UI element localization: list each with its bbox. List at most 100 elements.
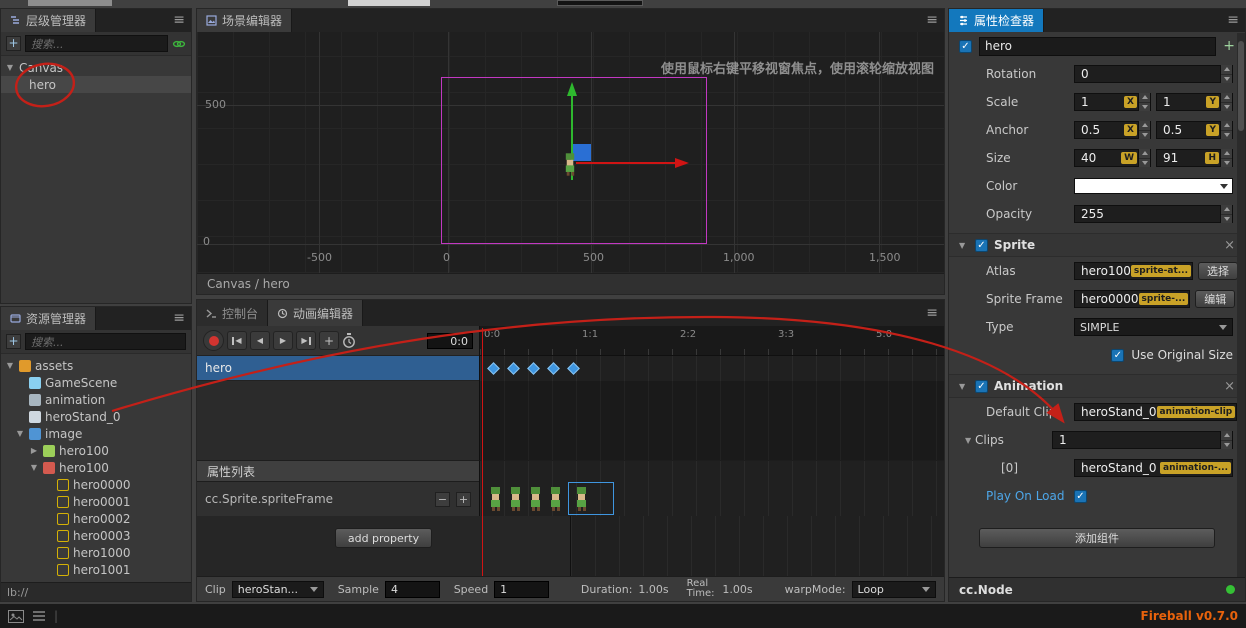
asset-row[interactable]: hero1001 [1,561,191,578]
keyframe-lane[interactable] [479,356,944,460]
panel-menu-icon[interactable]: ≡ [1227,12,1239,28]
asset-row[interactable]: hero0002 [1,510,191,527]
skip-to-start-button[interactable]: ◀ [227,331,247,350]
asset-row[interactable]: GameScene [1,374,191,391]
atlas-field[interactable]: hero100 sprite-at... [1074,262,1194,280]
remove-component-icon[interactable]: × [1224,238,1235,253]
tree-node-canvas[interactable]: ▼ Canvas [1,59,191,76]
scale-y-input[interactable]: 1Y [1156,93,1233,111]
keyframe-lane[interactable] [479,460,944,482]
sprite-frame-field[interactable]: hero0000 sprite-... [1074,290,1191,308]
node-active-checkbox[interactable]: ✓ [959,39,972,53]
chevron-down-icon[interactable]: ▼ [965,436,975,445]
add-component-button[interactable]: 添加组件 [979,528,1215,548]
panel-menu-icon[interactable]: ≡ [173,12,185,28]
chevron-down-icon[interactable]: ▼ [15,429,25,438]
scene-viewport[interactable]: 使用鼠标右键平移视窗焦点，使用滚轮缩放视图 500 0 -500 0 500 1… [197,32,944,273]
record-button[interactable] [203,330,224,351]
size-w-input[interactable]: 40 W [1074,149,1151,167]
spriteframe-key-lane[interactable] [479,482,944,516]
chevron-down-icon[interactable]: ▼ [5,361,15,370]
hierarchy-search-input[interactable]: 搜索... [25,35,168,52]
speed-input[interactable]: 1 [494,580,549,598]
tab-scene[interactable]: 场景编辑器 [197,9,293,32]
sprite-section-header[interactable]: ▼ ✓ Sprite × [949,233,1245,257]
add-key-button[interactable]: + [456,491,471,507]
chevron-down-icon[interactable]: ▼ [29,463,39,472]
scrollbar-thumb[interactable] [1238,41,1244,131]
keyframe-lane[interactable] [570,516,944,576]
add-keyframe-button[interactable]: + [319,331,339,350]
asset-row[interactable]: hero0001 [1,493,191,510]
scale-x-input[interactable]: 1X [1074,93,1151,111]
log-list-icon[interactable] [32,610,46,622]
default-clip-field[interactable]: heroStand_0 animation-clip [1074,403,1238,421]
chevron-down-icon[interactable]: ▼ [959,241,969,250]
size-h-input[interactable]: 91 H [1156,149,1233,167]
anchor-y-input[interactable]: 0.5 Y [1156,121,1233,139]
panel-menu-icon[interactable]: ≡ [926,305,938,321]
stepper[interactable] [1220,205,1232,223]
asset-row[interactable]: ▶ hero100 [1,442,191,459]
node-name-input[interactable] [979,36,1217,56]
stepper[interactable] [1138,149,1150,167]
stepper[interactable] [1138,121,1150,139]
add-asset-button[interactable]: + [6,334,21,349]
chevron-down-icon[interactable]: ▼ [959,382,969,391]
add-icon[interactable]: + [1223,39,1235,53]
use-original-size-checkbox[interactable]: ✓ [1111,348,1125,362]
asset-row[interactable]: hero0003 [1,527,191,544]
sample-input[interactable]: 4 [384,580,440,598]
stepper[interactable] [1220,149,1232,167]
remove-property-button[interactable]: − [435,491,450,507]
sprite-enabled-checkbox[interactable]: ✓ [975,238,988,252]
chevron-right-icon[interactable]: ▶ [29,446,39,455]
asset-row[interactable]: ▼ image [1,425,191,442]
asset-row[interactable]: animation [1,391,191,408]
play-on-load-checkbox[interactable]: ✓ [1074,489,1087,503]
keyframe-diamond[interactable] [507,362,520,375]
chevron-down-icon[interactable]: ▼ [5,63,15,72]
keyframe-diamond[interactable] [487,362,500,375]
clips-count-input[interactable]: 1 [1052,431,1233,449]
opacity-input[interactable]: 255 [1074,205,1233,223]
asset-row[interactable]: ▼ hero100 [1,459,191,476]
animation-enabled-checkbox[interactable]: ✓ [975,379,988,393]
spriteframe-thumb[interactable] [508,485,523,513]
previous-frame-button[interactable]: ◀ [250,331,270,350]
tab-animation-editor[interactable]: 动画编辑器 [268,300,364,326]
stepper[interactable] [1220,93,1232,111]
tab-console[interactable]: 控制台 [197,300,269,326]
spriteframe-thumb[interactable] [528,485,543,513]
add-property-button[interactable]: add property [334,528,433,548]
stopwatch-icon[interactable] [342,332,356,349]
stepper[interactable] [1220,65,1232,83]
panel-menu-icon[interactable]: ≡ [173,310,185,326]
timeline-ruler[interactable]: 0:0 1:1 2:2 3:3 5:0 [479,326,944,356]
current-time-display[interactable]: 0:0 [427,332,473,349]
warpmode-select[interactable]: Loop [851,580,937,598]
color-swatch[interactable] [1074,178,1233,194]
asset-row-herostand[interactable]: heroStand_0 [1,408,191,425]
stepper[interactable] [1220,121,1232,139]
keyframe-diamond[interactable] [567,362,580,375]
asset-row[interactable]: hero0000 [1,476,191,493]
panel-menu-icon[interactable]: ≡ [926,12,938,28]
atlas-select-button[interactable]: 选择 [1198,262,1239,280]
anchor-x-input[interactable]: 0.5 X [1074,121,1151,139]
keyframe-diamond[interactable] [527,362,540,375]
timeline-playhead[interactable] [482,328,483,576]
clip-element-field[interactable]: heroStand_0 animation-... [1074,459,1233,477]
tab-hierarchy[interactable]: 层级管理器 [1,9,97,32]
hero-sprite[interactable] [563,152,577,177]
inspector-scrollbar[interactable] [1237,33,1245,577]
spriteframe-thumb[interactable] [488,485,503,513]
rotation-input[interactable]: 0 [1074,65,1233,83]
clip-select[interactable]: heroStan... [231,580,324,598]
asset-row[interactable]: ▼ assets [1,357,191,374]
add-node-button[interactable]: + [6,36,21,51]
remove-component-icon[interactable]: × [1224,379,1235,394]
tab-inspector[interactable]: 属性检查器 [949,9,1045,32]
keyframe-diamond[interactable] [547,362,560,375]
asset-row[interactable]: hero1000 [1,544,191,561]
